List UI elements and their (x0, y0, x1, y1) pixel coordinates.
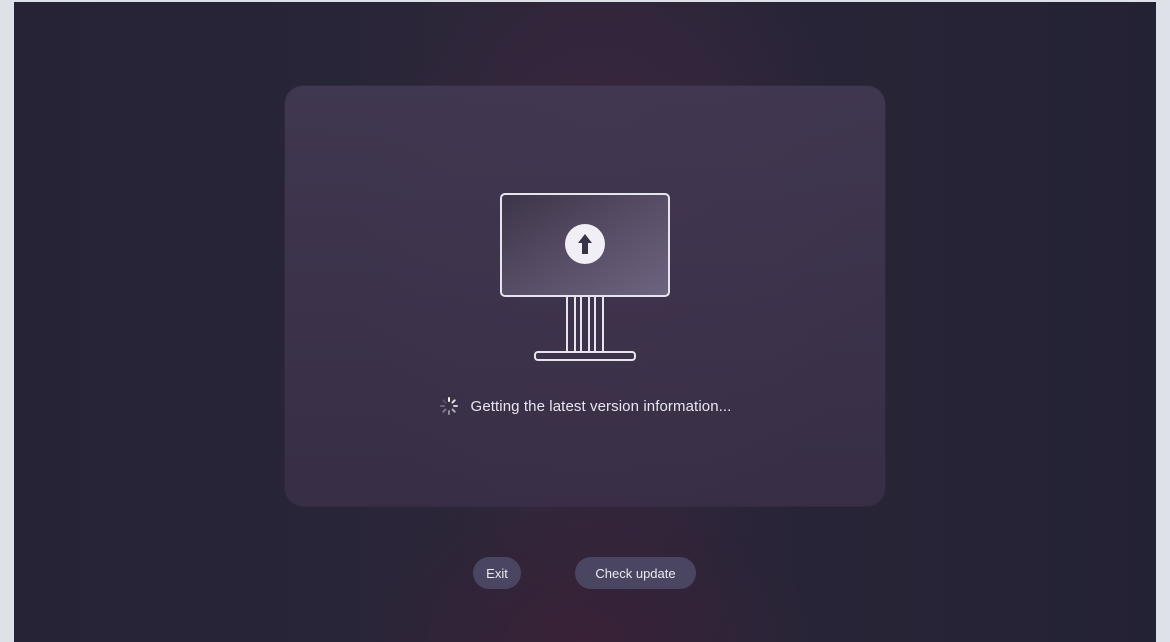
spinner-icon (439, 397, 458, 415)
check-update-button[interactable]: Check update (575, 557, 696, 589)
status-row: Getting the latest version information..… (285, 394, 885, 418)
update-card: Getting the latest version information..… (285, 86, 885, 506)
update-screen: Getting the latest version information..… (14, 2, 1156, 642)
exit-button[interactable]: Exit (473, 557, 521, 589)
status-message: Getting the latest version information..… (470, 397, 732, 415)
monitor-upload-icon (500, 193, 670, 361)
